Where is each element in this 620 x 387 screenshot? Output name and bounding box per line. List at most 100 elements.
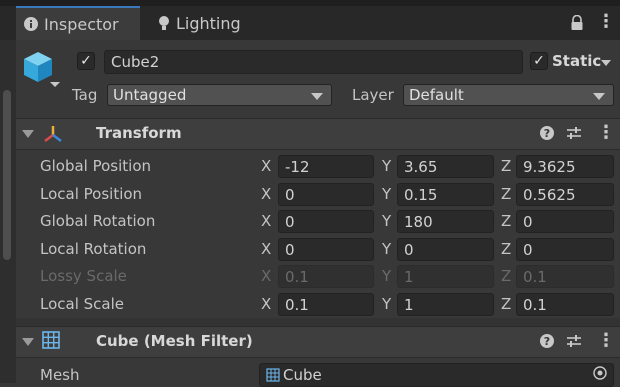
tab-lighting[interactable]: Lighting xyxy=(150,6,260,40)
transform-x-input[interactable]: 0 xyxy=(278,183,374,206)
cube-object-icon[interactable] xyxy=(22,48,62,92)
transform-y-input[interactable]: 0 xyxy=(397,238,494,261)
mesh-grid-icon xyxy=(42,331,60,353)
transform-row-label: Local Scale xyxy=(40,295,125,313)
x-axis-label[interactable]: X xyxy=(261,240,271,258)
static-checkbox[interactable]: ✓ xyxy=(530,52,548,70)
y-axis-label: Y xyxy=(382,267,392,285)
z-axis-label[interactable]: Z xyxy=(501,212,511,230)
chevron-down-icon xyxy=(311,93,323,100)
transform-z-input[interactable]: 9.3625 xyxy=(516,155,614,178)
transform-y-value: 1 xyxy=(404,267,414,286)
transform-row-label: Local Rotation xyxy=(40,240,147,258)
y-axis-label[interactable]: Y xyxy=(382,185,391,203)
transform-x-input[interactable]: -12 xyxy=(278,155,374,178)
tag-dropdown-value: Untagged xyxy=(113,86,187,104)
transform-y-input[interactable]: 0.15 xyxy=(397,183,494,206)
transform-z-value: 0.1 xyxy=(523,267,547,286)
transform-x-input: 0.1 xyxy=(278,265,374,288)
lock-icon[interactable] xyxy=(570,14,584,35)
transform-x-input[interactable]: 0.1 xyxy=(278,293,374,316)
lightbulb-icon xyxy=(158,15,170,31)
layer-dropdown-value: Default xyxy=(409,86,464,104)
z-axis-label[interactable]: Z xyxy=(501,157,511,175)
transform-y-input[interactable]: 3.65 xyxy=(397,155,494,178)
z-axis-label[interactable]: Z xyxy=(501,240,511,258)
foldout-arrow-icon[interactable] xyxy=(22,338,34,346)
transform-x-value: -12 xyxy=(285,157,310,176)
transform-x-input[interactable]: 0 xyxy=(278,238,374,261)
mesh-value: Cube xyxy=(283,366,322,384)
transform-y-input: 1 xyxy=(397,265,494,288)
transform-z-value: 0.5625 xyxy=(523,185,576,204)
transform-y-value: 180 xyxy=(404,212,433,231)
x-axis-label[interactable]: X xyxy=(261,185,271,203)
static-dropdown-arrow-icon[interactable] xyxy=(601,60,611,66)
transform-y-value: 0.15 xyxy=(404,185,438,204)
tag-dropdown[interactable]: Untagged xyxy=(107,84,332,106)
component-menu-kebab-icon[interactable]: ⋮ xyxy=(597,124,615,142)
x-axis-label[interactable]: X xyxy=(261,157,271,175)
transform-z-value: 9.3625 xyxy=(523,157,576,176)
static-label: Static xyxy=(552,52,602,70)
transform-row-label: Global Rotation xyxy=(40,212,156,230)
transform-x-value: 0.1 xyxy=(285,267,309,286)
mesh-label: Mesh xyxy=(40,366,80,384)
transform-y-input[interactable]: 1 xyxy=(397,293,494,316)
transform-row-label: Global Position xyxy=(40,157,152,175)
object-picker-icon[interactable] xyxy=(593,366,607,384)
z-axis-label: Z xyxy=(501,267,512,285)
object-name-input[interactable]: Cube2 xyxy=(104,50,523,74)
active-toggle-checkbox[interactable]: ✓ xyxy=(77,52,95,70)
transform-z-input[interactable]: 0 xyxy=(516,238,614,261)
transform-x-value: 0 xyxy=(285,185,295,204)
y-axis-label[interactable]: Y xyxy=(382,212,391,230)
y-axis-label[interactable]: Y xyxy=(382,157,391,175)
presets-sliders-icon[interactable] xyxy=(566,334,582,352)
scrollbar-thumb[interactable] xyxy=(3,90,11,260)
transform-title: Transform xyxy=(96,124,182,142)
x-axis-label[interactable]: X xyxy=(261,212,271,230)
transform-row-label: Lossy Scale xyxy=(40,267,127,285)
y-axis-label[interactable]: Y xyxy=(382,240,391,258)
x-axis-label: X xyxy=(261,267,272,285)
mesh-object-field[interactable]: Cube xyxy=(259,363,614,387)
z-axis-label[interactable]: Z xyxy=(501,295,511,313)
component-menu-kebab-icon[interactable]: ⋮ xyxy=(597,332,615,350)
foldout-arrow-icon[interactable] xyxy=(22,130,34,138)
tag-label: Tag xyxy=(72,86,98,104)
transform-z-input[interactable]: 0.1 xyxy=(516,293,614,316)
transform-y-value: 1 xyxy=(404,295,414,314)
chevron-down-icon xyxy=(593,93,605,100)
transform-z-value: 0.1 xyxy=(523,295,547,314)
transform-y-value: 3.65 xyxy=(404,157,438,176)
transform-x-input[interactable]: 0 xyxy=(278,210,374,233)
help-icon[interactable]: ? xyxy=(540,334,554,348)
presets-sliders-icon[interactable] xyxy=(566,126,582,144)
tab-inspector[interactable]: Inspector xyxy=(16,6,140,40)
z-axis-label[interactable]: Z xyxy=(501,185,511,203)
transform-z-value: 0 xyxy=(523,240,533,259)
transform-z-input: 0.1 xyxy=(516,265,614,288)
transform-icon xyxy=(42,123,64,149)
layer-dropdown[interactable]: Default xyxy=(403,84,614,106)
tab-menu-kebab-icon[interactable]: ⋮ xyxy=(597,13,615,31)
tab-lighting-label: Lighting xyxy=(176,13,241,33)
object-name-value: Cube2 xyxy=(111,53,160,71)
transform-x-value: 0.1 xyxy=(285,295,309,314)
component-separator xyxy=(16,318,620,326)
transform-z-value: 0 xyxy=(523,212,533,231)
transform-y-value: 0 xyxy=(404,240,414,259)
transform-z-input[interactable]: 0 xyxy=(516,210,614,233)
x-axis-label[interactable]: X xyxy=(261,295,271,313)
help-icon[interactable]: ? xyxy=(540,126,554,140)
transform-row-label: Local Position xyxy=(40,185,143,203)
transform-y-input[interactable]: 180 xyxy=(397,210,494,233)
transform-z-input[interactable]: 0.5625 xyxy=(516,183,614,206)
y-axis-label[interactable]: Y xyxy=(382,295,391,313)
tab-inspector-label: Inspector xyxy=(44,14,119,34)
transform-x-value: 0 xyxy=(285,212,295,231)
info-icon xyxy=(24,17,38,31)
transform-x-value: 0 xyxy=(285,240,295,259)
mesh-grid-icon xyxy=(266,368,280,382)
